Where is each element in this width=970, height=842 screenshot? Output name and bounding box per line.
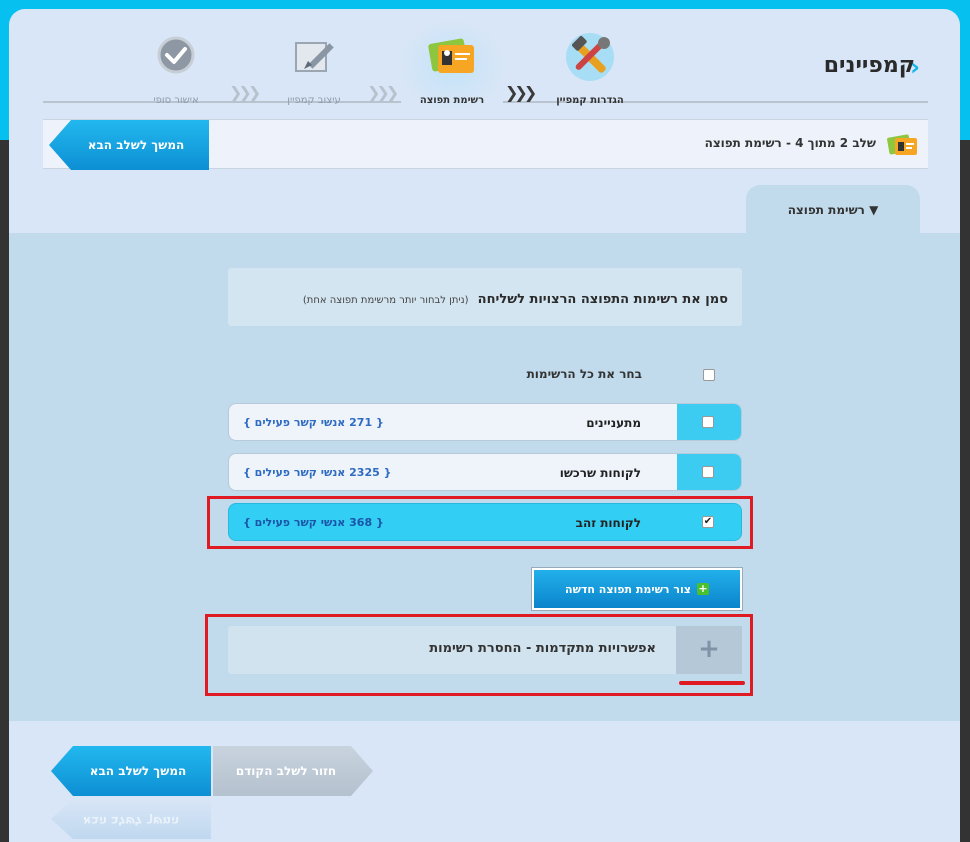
select-all-label: בחר את כל הרשימות <box>526 367 642 381</box>
tab-mailing-list[interactable]: ▼ רשימת תפוצה <box>746 185 920 233</box>
advanced-options-label: אפשרויות מתקדמות - החסרת רשימות <box>429 641 656 656</box>
instructions-note: (ניתן לבחור יותר מרשימת תפוצה אחת) <box>302 295 469 306</box>
page-title: קמפיינים <box>823 53 915 78</box>
list-checkbox[interactable] <box>702 416 714 428</box>
create-new-list-label: צור רשימת תפוצה חדשה <box>565 582 691 596</box>
create-new-list-button[interactable]: + צור רשימת תפוצה חדשה <box>532 568 742 610</box>
triangle-down-icon: ▼ <box>869 203 879 217</box>
expand-plus-icon[interactable]: + <box>676 626 742 674</box>
tab-label: רשימת תפוצה <box>787 203 865 217</box>
checkmark-circle-icon <box>148 29 204 85</box>
contact-cards-icon <box>424 29 480 85</box>
next-button-reflection: המשך לשלב הבא <box>51 799 211 839</box>
select-all-checkbox[interactable] <box>703 369 715 381</box>
list-name: מתעניינים <box>586 416 641 430</box>
list-checkbox-cell <box>677 454 741 490</box>
list-name: לקוחות שרכשו <box>559 466 641 480</box>
list-item[interactable]: מתעניינים { 271 אנשי קשר פעילים } <box>228 403 742 441</box>
design-pen-icon <box>286 29 342 85</box>
list-item[interactable]: לקוחות שרכשו { 2325 אנשי קשר פעילים } <box>228 453 742 491</box>
plus-icon: + <box>696 582 709 595</box>
highlight-underline <box>679 681 745 685</box>
list-checkbox-cell <box>677 404 741 440</box>
instructions-text: סמן את רשימות התפוצה הרצויות לשליחה <box>477 292 728 307</box>
list-contact-count: { 271 אנשי קשר פעילים } <box>243 416 384 429</box>
contact-cards-icon <box>886 132 920 162</box>
step-mailing-list[interactable]: רשימת תפוצה <box>402 29 502 106</box>
main-panel: › קמפיינים הגדרות קמפיין ❯❯❯ רשימת תפוצה… <box>9 9 960 842</box>
list-contact-count: { 2325 אנשי קשר פעילים } <box>243 466 392 479</box>
list-checkbox-cell: ✔ <box>677 504 741 540</box>
step-label: אישור סופי <box>153 95 199 106</box>
step-final-approval[interactable]: אישור סופי <box>126 29 226 106</box>
list-name: לקוחות זהב <box>575 516 641 530</box>
list-contact-count: { 368 אנשי קשר פעילים } <box>243 516 384 529</box>
next-step-button-bottom[interactable]: המשך לשלב הבא <box>51 746 211 796</box>
list-checkbox-checked[interactable]: ✔ <box>702 516 714 528</box>
list-checkbox[interactable] <box>702 466 714 478</box>
content-area: סמן את רשימות התפוצה הרצויות לשליחה (נית… <box>9 233 960 721</box>
chevron-triple-icon: ❯❯❯ <box>505 83 537 102</box>
step-label: הגדרות קמפיין <box>556 95 624 106</box>
step-status-bar: המשך לשלב הבא שלב 2 מתוך 4 - רשימת תפוצה <box>43 119 928 170</box>
list-item-selected[interactable]: ✔ לקוחות זהב { 368 אנשי קשר פעילים } <box>228 503 742 541</box>
step-label: עיצוב קמפיין <box>287 95 341 106</box>
step-label: רשימת תפוצה <box>419 95 485 106</box>
step-campaign-design[interactable]: עיצוב קמפיין <box>264 29 364 106</box>
tools-icon <box>562 29 618 85</box>
instructions-box: סמן את רשימות התפוצה הרצויות לשליחה (נית… <box>228 268 742 326</box>
chevron-triple-icon: ❯❯❯ <box>229 83 261 102</box>
advanced-options-row[interactable]: + אפשרויות מתקדמות - החסרת רשימות <box>228 626 742 674</box>
step-campaign-settings[interactable]: הגדרות קמפיין <box>540 29 640 106</box>
step-progress-text: שלב 2 מתוך 4 - רשימת תפוצה <box>704 136 876 150</box>
back-step-button[interactable]: חזור לשלב הקודם <box>213 746 373 796</box>
chevron-triple-icon: ❯❯❯ <box>367 83 399 102</box>
next-step-button-top[interactable]: המשך לשלב הבא <box>49 120 209 170</box>
